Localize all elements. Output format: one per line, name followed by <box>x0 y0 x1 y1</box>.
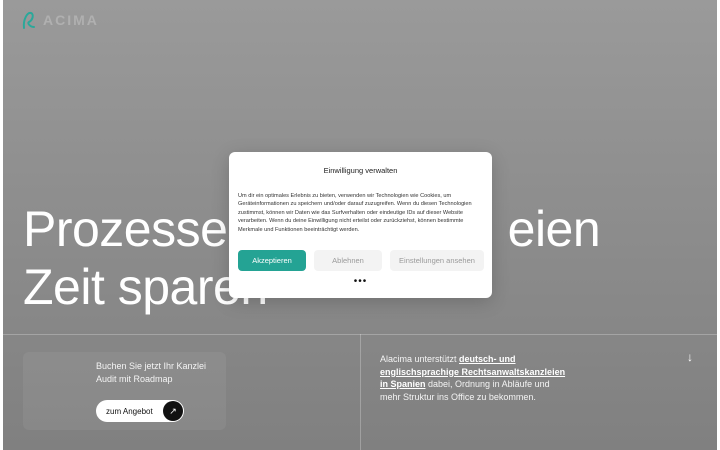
arrow-down-icon[interactable]: ↓ <box>687 350 693 364</box>
audit-card-text: Buchen Sie jetzt Ihr Kanzlei Audit mit R… <box>96 361 207 384</box>
consent-buttons: Akzeptieren Ablehnen Einstellungen anseh… <box>238 250 484 271</box>
headline-line-1-end: eien <box>507 201 601 257</box>
consent-body: Um dir ein optimales Erlebnis zu bieten,… <box>238 193 472 233</box>
more-options-icon[interactable]: ••• <box>229 277 492 287</box>
offer-button[interactable]: zum Angebot ↗ <box>96 400 184 422</box>
offer-button-label: zum Angebot <box>106 406 153 416</box>
arrow-up-right-icon: ↗ <box>163 401 183 421</box>
info-text: Alacima unterstützt deutsch- und englisc… <box>380 353 570 403</box>
consent-title: Einwilligung verwalten <box>323 166 398 175</box>
headline-line-1-start: Prozesse, <box>23 201 241 257</box>
logo-mark-icon <box>22 11 35 29</box>
deny-button[interactable]: Ablehnen <box>314 250 382 271</box>
logo-text: ACIMA <box>43 12 99 28</box>
accept-button[interactable]: Akzeptieren <box>238 250 306 271</box>
vertical-divider <box>360 334 361 450</box>
logo[interactable]: ACIMA <box>21 10 99 30</box>
preferences-button[interactable]: Einstellungen ansehen <box>390 250 484 271</box>
audit-card: Buchen Sie jetzt Ihr Kanzlei Audit mit R… <box>23 352 226 430</box>
info-prefix: Alacima unterstützt <box>380 354 460 364</box>
consent-dialog: Einwilligung verwalten Um dir ein optima… <box>229 152 492 298</box>
